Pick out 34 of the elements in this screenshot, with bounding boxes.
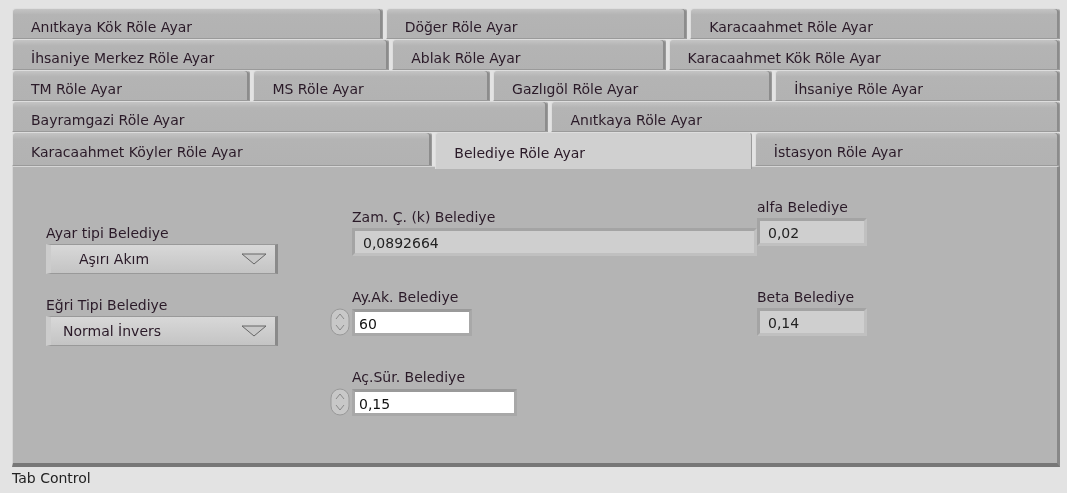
- control-label: Zam. Ç. (k) Belediye: [352, 209, 497, 225]
- dropdown-arrow-icon: [241, 253, 267, 265]
- numeric-indicator: 0,02: [757, 218, 867, 246]
- tab[interactable]: Bayramgazi Röle Ayar: [12, 101, 549, 132]
- control-label: alfa Belediye: [757, 199, 849, 215]
- dropdown[interactable]: Aşırı Akım: [46, 244, 278, 274]
- tab[interactable]: Anıtkaya Röle Ayar: [551, 101, 1060, 132]
- tab[interactable]: Anıtkaya Kök Röle Ayar: [12, 8, 383, 39]
- tab[interactable]: Belediye Röle Ayar: [435, 132, 752, 169]
- dropdown[interactable]: Normal İnvers: [46, 316, 278, 346]
- control-label: Aç.Sür. Belediye: [352, 369, 466, 385]
- tab[interactable]: Gazlıgöl Röle Ayar: [493, 70, 773, 101]
- spinner-icon[interactable]: [330, 388, 350, 416]
- tab[interactable]: İhsaniye Röle Ayar: [775, 70, 1060, 101]
- numeric-indicator: 0,0892664: [352, 228, 757, 256]
- tab[interactable]: İstasyon Röle Ayar: [754, 132, 1060, 166]
- tab[interactable]: Ablak Röle Ayar: [392, 39, 666, 70]
- tab[interactable]: Karacaahmet Kök Röle Ayar: [668, 39, 1060, 70]
- tab[interactable]: TM Röle Ayar: [12, 70, 251, 101]
- control-label: Ay.Ak. Belediye: [352, 289, 460, 305]
- dropdown-arrow-icon: [241, 325, 267, 337]
- spinner-icon[interactable]: [330, 308, 350, 336]
- tab[interactable]: MS Röle Ayar: [253, 70, 491, 101]
- tab[interactable]: Karacaahmet Röle Ayar: [690, 8, 1060, 39]
- status-text: Tab Control: [12, 470, 91, 486]
- tab[interactable]: Döğer Röle Ayar: [385, 8, 688, 39]
- control-label: Eğri Tipi Belediye: [46, 297, 169, 313]
- numeric-input[interactable]: 60: [352, 308, 472, 336]
- control-label: Ayar tipi Belediye: [46, 225, 170, 241]
- tab[interactable]: Karacaahmet Köyler Röle Ayar: [12, 132, 433, 166]
- numeric-input[interactable]: 0,15: [352, 388, 517, 416]
- numeric-indicator: 0,14: [757, 308, 867, 336]
- control-label: Beta Belediye: [757, 289, 856, 305]
- tab[interactable]: İhsaniye Merkez Röle Ayar: [12, 39, 390, 70]
